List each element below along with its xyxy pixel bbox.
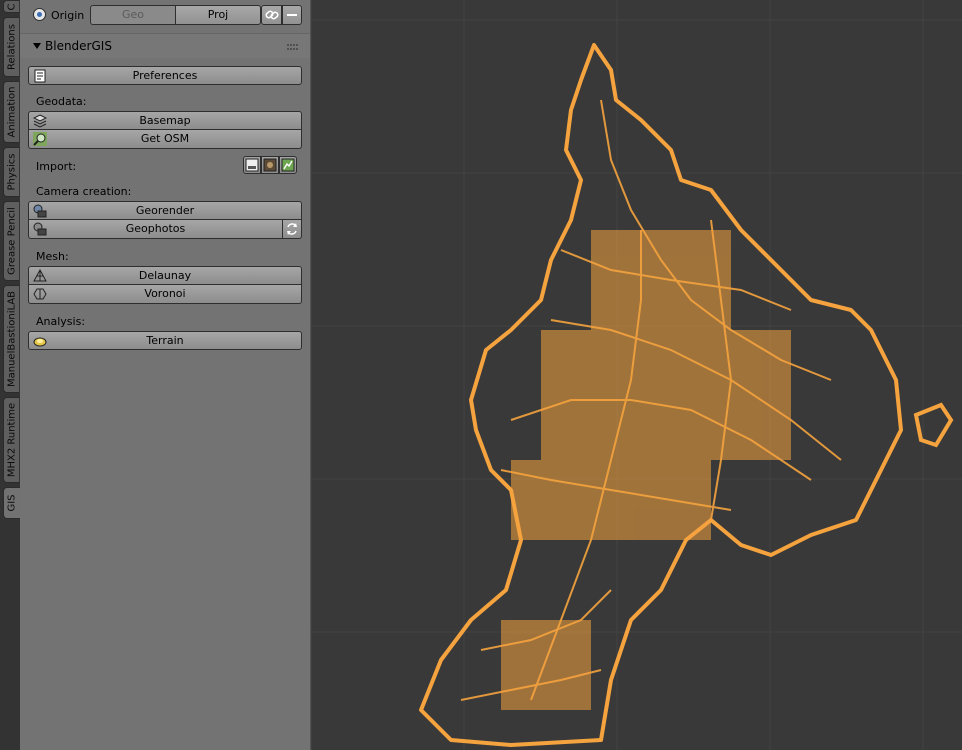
link-button[interactable] (261, 5, 282, 25)
delaunay-label: Delaunay (138, 269, 192, 282)
get-osm-button[interactable]: Get OSM (28, 130, 302, 149)
3d-viewport[interactable] (311, 0, 962, 750)
import-georaster-button[interactable] (261, 156, 279, 174)
preferences-icon (34, 69, 46, 83)
refresh-icon (287, 223, 297, 235)
get-osm-label: Get OSM (140, 132, 190, 145)
delaunay-triangles-icon (33, 269, 47, 282)
tab-animation[interactable]: Animation (3, 81, 19, 143)
tool-tabs-strip: C Relations Animation Physics Grease Pen… (0, 0, 21, 750)
import-georaster-icon (263, 158, 277, 172)
voronoi-cells-icon (33, 288, 47, 300)
tab-grease-pencil[interactable]: Grease Pencil (3, 201, 19, 281)
origin-label: Origin (51, 9, 85, 22)
panel-header[interactable]: BlenderGIS (20, 33, 310, 58)
remove-button[interactable] (282, 5, 302, 25)
import-label: Import: (36, 160, 77, 173)
tab-physics[interactable]: Physics (3, 147, 19, 197)
osm-map-texture (501, 230, 791, 710)
mesh-label: Mesh: (36, 250, 69, 263)
import-gpx-button[interactable] (279, 156, 297, 174)
preferences-label: Preferences (132, 69, 198, 82)
preferences-button[interactable]: Preferences (28, 66, 302, 85)
tab-relations-label: Relations (6, 24, 17, 70)
panel-title: BlenderGIS (45, 39, 112, 53)
import-shp-icon (245, 158, 259, 172)
basemap-label: Basemap (139, 114, 191, 127)
import-shp-button[interactable] (243, 156, 261, 174)
geophotos-button[interactable]: Geophotos (28, 220, 283, 239)
viewport-canvas[interactable] (311, 0, 962, 750)
osm-magnifier-icon (33, 132, 47, 146)
terrain-icon (33, 337, 47, 347)
voronoi-label: Voronoi (144, 287, 186, 300)
geodata-label: Geodata: (36, 95, 87, 108)
tab-c[interactable]: C (3, 0, 19, 13)
camera-creation-label: Camera creation: (36, 185, 132, 198)
link-icon (264, 10, 279, 20)
geophotos-label: Geophotos (125, 222, 186, 235)
terrain-button[interactable]: Terrain (28, 331, 302, 350)
tab-c-label: C (6, 3, 17, 10)
terrain-label: Terrain (146, 334, 184, 347)
tool-panel: Origin Geo Proj BlenderGIS Preferences G… (20, 0, 311, 750)
minus-icon (287, 14, 297, 16)
tab-gis[interactable]: GIS (3, 487, 20, 519)
basemap-button[interactable]: Basemap (28, 111, 302, 130)
layers-icon (33, 114, 47, 128)
camera-globe-icon (33, 204, 47, 218)
collapse-triangle-icon (33, 43, 41, 49)
analysis-label: Analysis: (36, 315, 86, 328)
georender-label: Georender (135, 204, 195, 217)
drag-handle-icon[interactable] (287, 43, 299, 51)
delaunay-button[interactable]: Delaunay (28, 266, 302, 285)
tab-manuelbastionilab[interactable]: ManuelBastioniLAB (3, 285, 19, 393)
tab-grease-pencil-label: Grease Pencil (6, 207, 17, 275)
tab-manuelbastionilab-label: ManuelBastioniLAB (6, 291, 17, 387)
voronoi-button[interactable]: Voronoi (28, 285, 302, 304)
tab-physics-label: Physics (6, 153, 17, 191)
mode-geo-button[interactable]: Geo (90, 5, 176, 25)
geophotos-refresh-button[interactable] (282, 220, 302, 239)
tab-relations[interactable]: Relations (3, 17, 19, 77)
origin-radio-dot (37, 12, 42, 17)
osm-map-island (913, 402, 954, 448)
tab-mhx2-runtime-label: MHX2 Runtime (6, 402, 17, 478)
origin-radio[interactable] (33, 8, 46, 21)
import-gpx-icon (281, 158, 295, 172)
tab-animation-label: Animation (6, 86, 17, 138)
tab-mhx2-runtime[interactable]: MHX2 Runtime (3, 397, 19, 483)
camera-photos-icon (33, 222, 47, 236)
georender-button[interactable]: Georender (28, 201, 302, 220)
mode-proj-button[interactable]: Proj (175, 5, 261, 25)
tab-gis-label: GIS (6, 494, 18, 512)
